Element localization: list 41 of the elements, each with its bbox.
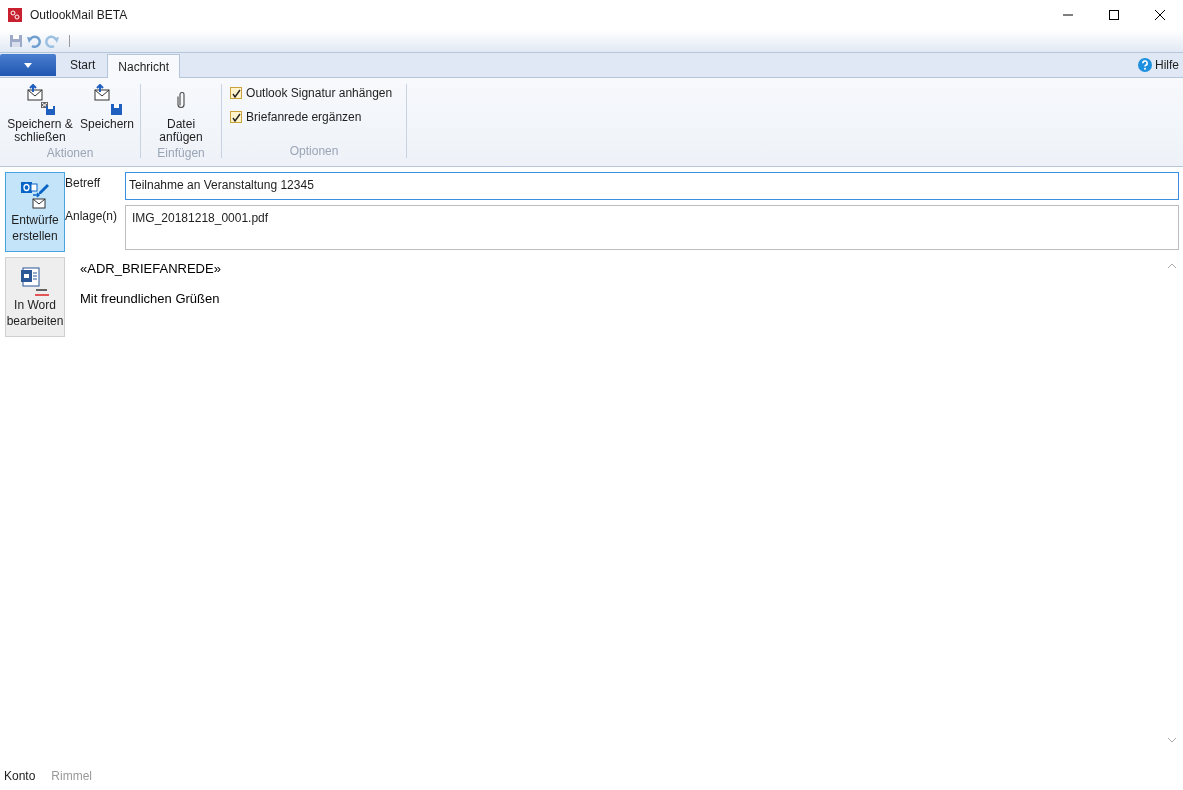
status-item[interactable]: Konto xyxy=(4,767,36,785)
help-link[interactable]: Hilfe xyxy=(1155,56,1179,74)
checkbox[interactable] xyxy=(230,111,243,123)
side-button[interactable]: Entwürfe erstellen xyxy=(5,172,65,252)
outlook-envelope-icon xyxy=(19,180,51,212)
checkmark-icon xyxy=(231,112,241,122)
checkmark-icon xyxy=(231,88,241,98)
ribbon-group-label: Aktionen xyxy=(46,145,94,160)
redo-icon[interactable] xyxy=(45,34,59,48)
ribbon-button[interactable]: Speichern & schließen xyxy=(4,84,76,144)
envelope-save-icon xyxy=(91,84,123,116)
help-icon[interactable] xyxy=(1138,58,1152,72)
word-spellcheck-icon xyxy=(19,265,51,297)
app-logo-icon xyxy=(8,8,22,22)
ribbon-tab[interactable]: Start xyxy=(58,53,108,77)
body-text: Mit freundlichen Grüßen xyxy=(80,289,221,308)
close-icon xyxy=(1155,10,1165,20)
window-title: OutlookMail BETA xyxy=(30,7,128,24)
save-icon[interactable] xyxy=(9,34,23,48)
ribbon-button[interactable]: Datei anfügen xyxy=(145,84,218,144)
undo-icon[interactable] xyxy=(27,34,41,48)
envelope-save-close-icon xyxy=(24,84,56,116)
ribbon-button[interactable]: Speichern xyxy=(78,84,137,144)
field-label: Anlage(n) xyxy=(65,208,119,225)
ribbon-tab[interactable]: Nachricht xyxy=(107,54,181,78)
maximize-icon xyxy=(1109,10,1119,20)
scroll-up-icon[interactable] xyxy=(1166,263,1177,269)
side-button[interactable]: In Word bearbeiten xyxy=(5,257,65,337)
ribbon-group-label: Optionen xyxy=(289,143,339,158)
field-label: Betreff xyxy=(65,175,102,192)
dropdown-caret-icon xyxy=(24,62,32,68)
attachment-field[interactable]: IMG_20181218_0001.pdf xyxy=(125,205,1179,250)
body-text: «ADR_BRIEFANREDE» xyxy=(80,260,222,278)
checkbox-label[interactable]: Outlook Signatur anhängen xyxy=(246,84,393,102)
paperclip-icon xyxy=(177,92,186,108)
scroll-down-icon[interactable] xyxy=(1166,737,1177,743)
ribbon-group-label: Einfügen xyxy=(157,145,205,160)
file-menu-button[interactable] xyxy=(0,54,56,76)
subject-field[interactable]: Teilnahme an Veranstaltung 12345 xyxy=(125,172,1179,200)
checkbox[interactable] xyxy=(230,87,243,99)
checkbox-label[interactable]: Briefanrede ergänzen xyxy=(246,108,362,126)
